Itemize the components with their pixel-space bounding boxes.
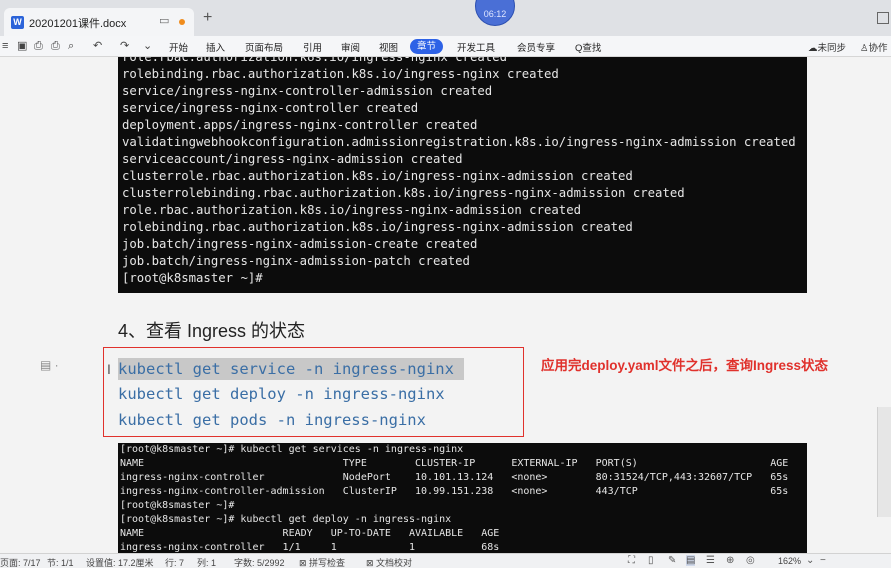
dropdown-icon[interactable]: ⌄ <box>143 39 152 53</box>
collab-label: 协作 <box>868 43 888 54</box>
terminal-line: [root@k8smaster ~]# <box>122 271 263 285</box>
find-icon[interactable]: ⌕ <box>68 39 74 53</box>
terminal-line: deployment.apps/ingress-nginx-controller… <box>122 118 478 132</box>
proofread-button[interactable]: ⊠ 文档校对 <box>366 556 412 568</box>
zoom-level[interactable]: 162% <box>778 556 801 566</box>
status-position: 设置值: 17.2厘米 <box>86 558 154 568</box>
zoom-dropdown-icon[interactable]: ⌄ <box>806 555 814 566</box>
print-layout-icon[interactable]: ▤ <box>686 555 696 566</box>
terminal-line: role.rbac.authorization.k8s.io/ingress-n… <box>122 203 582 217</box>
terminal-line: job.batch/ingress-nginx-admission-create… <box>122 237 478 251</box>
document-tab[interactable]: W 20201201课件.docx ▭ <box>4 8 194 36</box>
search-button[interactable]: Q查找 <box>575 40 601 54</box>
code-line-get-deploy[interactable]: kubectl get deploy -n ingress-nginx <box>118 385 445 403</box>
eye-protection-icon[interactable]: ◎ <box>746 555 755 566</box>
status-row: 行: 7 <box>165 558 185 568</box>
status-col: 列: 1 <box>197 558 217 568</box>
terminal-line: serviceaccount/ingress-nginx-admission c… <box>122 152 463 166</box>
menu-review[interactable]: 审阅 <box>341 40 360 54</box>
terminal-line: service/ingress-nginx-controller created <box>122 101 419 115</box>
terminal-line: rolebinding.rbac.authorization.k8s.io/in… <box>122 220 633 234</box>
terminal-screenshot-apply: role.rbac.authorization.k8s.io/ingress-n… <box>118 57 807 293</box>
terminal-screenshot-status: [root@k8smaster ~]# kubectl get services… <box>118 443 807 553</box>
terminal-line: [root@k8smaster ~]# kubectl get deploy -… <box>120 514 452 525</box>
code-line-get-service[interactable]: kubectl get service -n ingress-nginx <box>118 358 464 380</box>
status-section: 节: 1/1 <box>47 558 74 568</box>
spell-check-label: 拼写检查 <box>309 558 346 568</box>
sync-label: 未同步 <box>817 43 847 54</box>
write-mode-icon[interactable]: ✎ <box>668 555 676 566</box>
page-view-icon[interactable]: ▯ <box>648 555 654 566</box>
terminal-line: rolebinding.rbac.authorization.k8s.io/in… <box>122 67 559 81</box>
document-canvas[interactable]: role.rbac.authorization.k8s.io/ingress-n… <box>0 57 891 553</box>
terminal-line: ingress-nginx-controller 1/1 1 1 68s <box>120 542 500 553</box>
status-page[interactable]: 页面: 7/17 <box>0 556 41 568</box>
terminal-line: NAME READY UP-TO-DATE AVAILABLE AGE <box>120 528 500 539</box>
outline-view-icon[interactable]: ☰ <box>706 555 715 566</box>
terminal-line: ingress-nginx-controller-admission Clust… <box>120 486 789 497</box>
terminal-line: [root@k8smaster ~]# kubectl get services… <box>120 444 464 455</box>
ribbon-toolbar: ≡ ▣ ⎙ ⎙ ⌕ ↶ ↷ ⌄ 开始 插入 页面布局 引用 审阅 视图 章节 开… <box>0 36 891 57</box>
code-block-highlight-box[interactable]: kubectl get service -n ingress-nginx kub… <box>103 347 524 437</box>
undo-icon[interactable]: ↶ <box>93 39 102 53</box>
menu-insert[interactable]: 插入 <box>206 40 225 54</box>
menu-start[interactable]: 开始 <box>169 40 188 54</box>
menu-page-layout[interactable]: 页面布局 <box>245 40 283 54</box>
spell-check-button[interactable]: ⊠ 拼写检查 <box>299 556 345 568</box>
menu-developer[interactable]: 开发工具 <box>457 40 495 54</box>
title-bar: W 20201201课件.docx ▭ + 06:12 <box>0 0 891 36</box>
print-preview-icon[interactable]: ⎙ <box>34 39 43 53</box>
redo-icon[interactable]: ↷ <box>120 39 129 53</box>
tab-title: 20201201课件.docx <box>29 18 127 30</box>
terminal-line: ingress-nginx-controller NodePort 10.101… <box>120 472 789 483</box>
recording-clock: 06:12 <box>475 0 515 26</box>
cloud-icon: ☁ <box>808 43 818 54</box>
menu-member[interactable]: 会员专享 <box>517 40 555 54</box>
proofread-label: 文档校对 <box>376 558 413 568</box>
red-annotation: 应用完deploy.yaml文件之后，查询Ingress状态 <box>541 358 829 373</box>
status-word-count[interactable]: 字数: 5/2992 <box>234 556 285 568</box>
sync-status[interactable]: ☁未同步 <box>808 40 846 54</box>
menu-chapter[interactable]: 章节 <box>410 39 443 54</box>
word-doc-icon: W <box>11 16 24 29</box>
spell-check-icon: ⊠ <box>299 558 310 568</box>
code-line-get-pods[interactable]: kubectl get pods -n ingress-nginx <box>118 411 426 429</box>
terminal-line: clusterrole.rbac.authorization.k8s.io/in… <box>122 169 633 183</box>
terminal-line: NAME TYPE CLUSTER-IP EXTERNAL-IP PORT(S)… <box>120 458 789 469</box>
terminal-line: job.batch/ingress-nginx-admission-patch … <box>122 254 470 268</box>
tab-window-icon[interactable]: ▭ <box>159 14 169 27</box>
user-icon: ♙ <box>860 43 869 54</box>
zoom-out-icon[interactable]: − <box>820 555 826 566</box>
new-tab-button[interactable]: + <box>203 10 212 26</box>
unsaved-dot-icon <box>179 19 185 25</box>
terminal-line: role.rbac.authorization.k8s.io/ingress-n… <box>122 57 507 64</box>
paragraph-handle-icon[interactable]: ▤ · <box>40 358 59 372</box>
status-bar: 页面: 7/17 节: 1/1 设置值: 17.2厘米 行: 7 列: 1 字数… <box>0 553 891 568</box>
menu-view[interactable]: 视图 <box>379 40 398 54</box>
terminal-line: clusterrolebinding.rbac.authorization.k8… <box>122 186 685 200</box>
fullscreen-icon[interactable]: ⛶ <box>628 555 635 566</box>
side-panel-tab[interactable] <box>877 407 891 517</box>
terminal-line: [root@k8smaster ~]# <box>120 500 235 511</box>
collab-button[interactable]: ♙协作 <box>860 40 888 54</box>
web-view-icon[interactable]: ⊕ <box>726 555 734 566</box>
menu-icon[interactable]: ≡ <box>2 39 8 53</box>
save-icon[interactable]: ▣ <box>17 39 27 53</box>
terminal-line: service/ingress-nginx-controller-admissi… <box>122 84 493 98</box>
section-heading: 4、查看 Ingress 的状态 <box>118 321 306 341</box>
terminal-line: validatingwebhookconfiguration.admission… <box>122 135 796 149</box>
menu-references[interactable]: 引用 <box>303 40 322 54</box>
proofread-icon: ⊠ <box>366 558 377 568</box>
window-icon[interactable] <box>877 12 889 24</box>
print-icon[interactable]: ⎙ <box>51 39 60 53</box>
